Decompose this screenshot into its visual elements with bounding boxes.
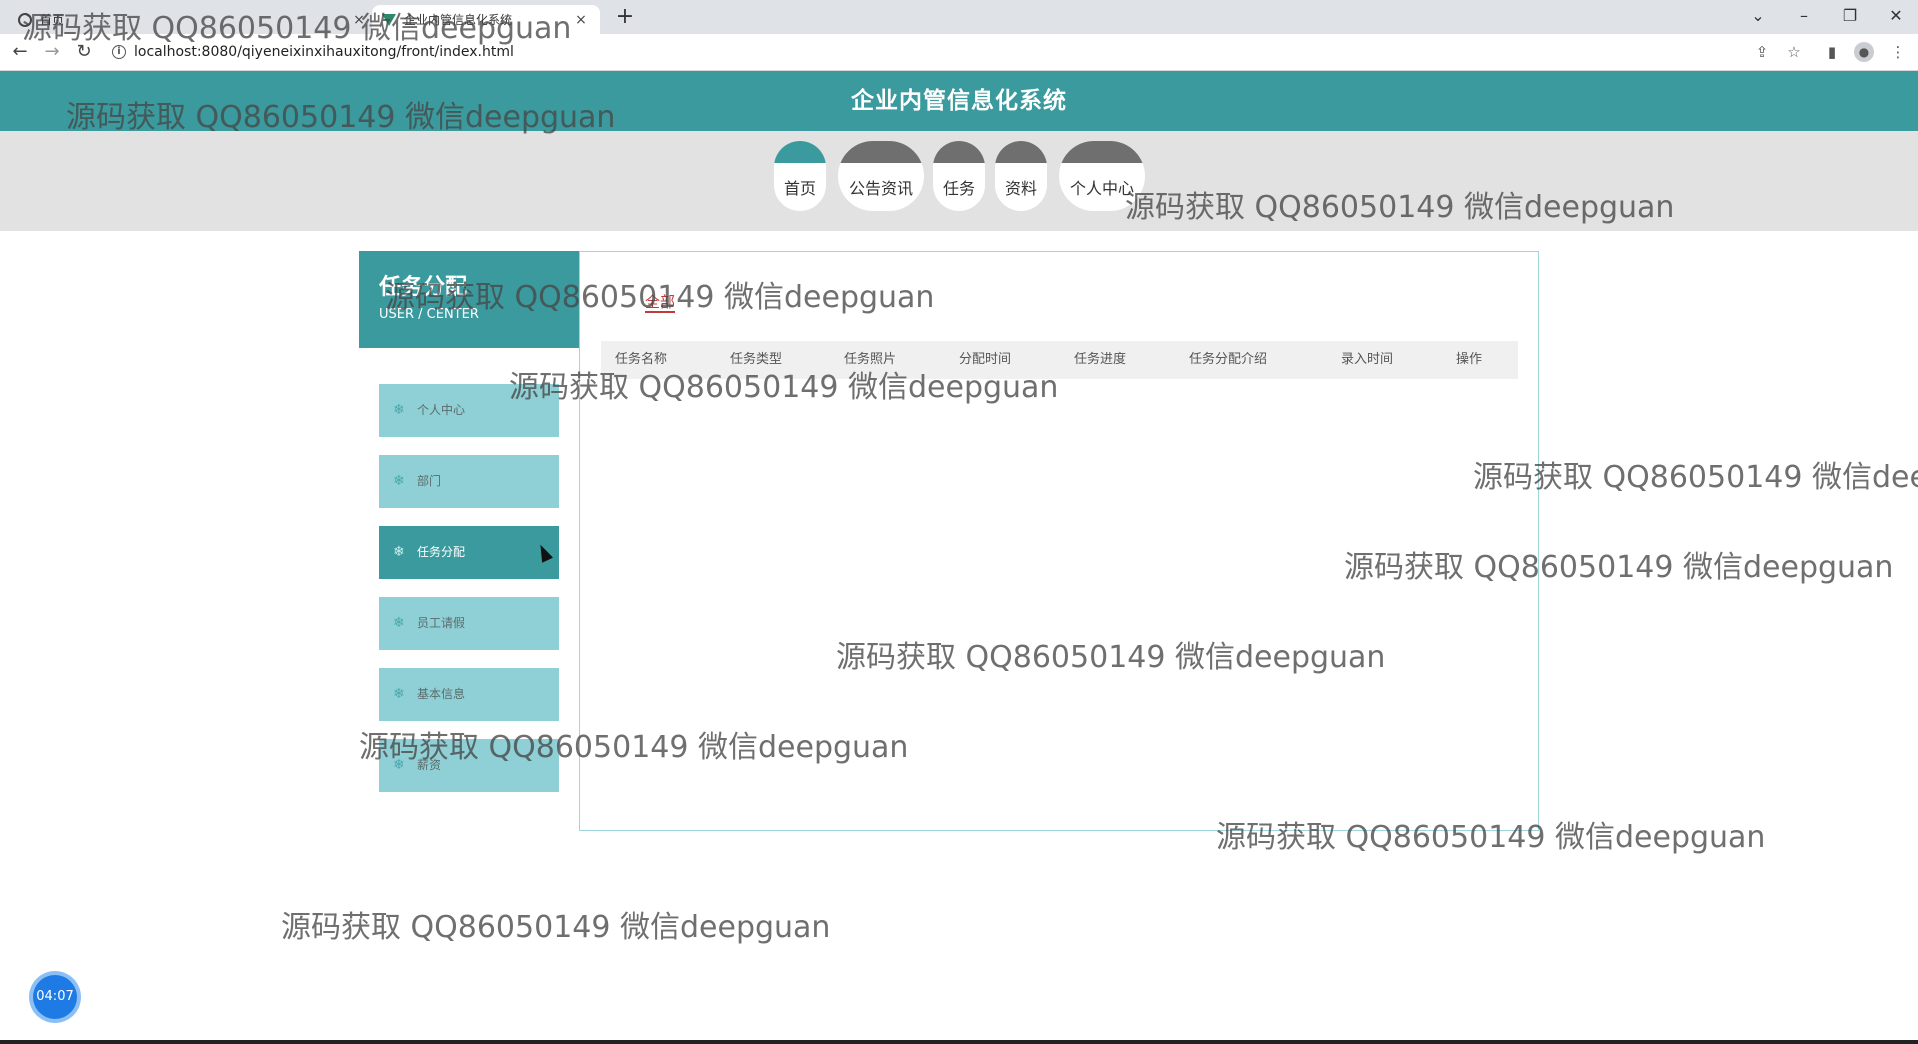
tab-search-button[interactable]: ⌄ <box>1738 4 1778 28</box>
sidebar-item-salary[interactable]: ❄ 薪资 <box>379 739 559 792</box>
nav-label: 公告资讯 <box>848 179 913 198</box>
snowflake-icon: ❄ <box>393 615 405 631</box>
globe-icon <box>18 12 32 27</box>
close-tab-icon[interactable]: × <box>350 12 368 28</box>
snowflake-icon: ❄ <box>393 757 405 773</box>
forward-arrow-icon[interactable]: → <box>40 40 64 64</box>
maximize-button[interactable]: ❐ <box>1830 4 1870 28</box>
sidebar-item-basic-info[interactable]: ❄ 基本信息 <box>379 668 559 721</box>
url-text: localhost:8080/qiyeneixinxihauxitong/fro… <box>134 44 514 60</box>
column-header-description: 任务分配介绍 <box>1189 352 1268 367</box>
browser-tab-system[interactable]: 企业内管信息化系统 × <box>372 5 600 34</box>
main-nav: 首页 公告资讯 任务 资料 个人中心 <box>0 131 1918 231</box>
task-table-header: 任务名称 任务类型 任务照片 分配时间 任务进度 任务分配介绍 录入时间 操作 <box>601 341 1518 379</box>
snowflake-icon: ❄ <box>393 402 405 418</box>
new-tab-button[interactable]: + <box>612 4 638 30</box>
nav-item-home[interactable]: 首页 <box>774 141 826 211</box>
close-tab-icon[interactable]: × <box>572 12 590 28</box>
tab-label: 企业内管信息化系统 <box>404 13 513 27</box>
nav-label: 任务 <box>942 179 975 198</box>
nav-item-tasks[interactable]: 任务 <box>933 141 985 211</box>
sidebar-item-label: 任务分配 <box>417 545 466 559</box>
content-panel <box>579 251 1539 831</box>
nav-label: 资料 <box>1004 179 1037 198</box>
sidebar-item-label: 个人中心 <box>417 403 466 417</box>
sidebar-item-label: 部门 <box>417 474 442 488</box>
sidebar-title: 任务分配 <box>379 275 468 300</box>
nav-item-personal-center[interactable]: 个人中心 <box>1059 141 1145 211</box>
minimize-button[interactable]: – <box>1784 4 1824 28</box>
tab-label: 首页 <box>40 13 65 27</box>
nav-label: 个人中心 <box>1069 179 1134 198</box>
snowflake-icon: ❄ <box>393 473 405 489</box>
sidebar-item-department[interactable]: ❄ 部门 <box>379 455 559 508</box>
sidebar-header: 任务分配 USER / CENTER <box>359 251 579 348</box>
nav-item-announcements[interactable]: 公告资讯 <box>838 141 924 211</box>
address-bar: ← → ↻ i localhost:8080/qiyeneixinxihauxit… <box>0 34 1918 71</box>
close-window-button[interactable]: ✕ <box>1876 4 1916 28</box>
sidebar-item-leave-request[interactable]: ❄ 员工请假 <box>379 597 559 650</box>
sidebar-item-task-assignment[interactable]: ❄ 任务分配 <box>379 526 559 579</box>
reload-icon[interactable]: ↻ <box>72 40 96 64</box>
sidebar-item-personal-center[interactable]: ❄ 个人中心 <box>379 384 559 437</box>
sidebar-subtitle: USER / CENTER <box>379 307 479 322</box>
nav-label: 首页 <box>783 179 816 198</box>
url-field[interactable]: i localhost:8080/qiyeneixinxihauxitong/fr… <box>112 39 1752 65</box>
bookmark-star-icon[interactable]: ☆ <box>1784 42 1804 62</box>
sidebar-item-label: 基本信息 <box>417 687 466 701</box>
column-header-actions: 操作 <box>1456 352 1483 367</box>
column-header-assign-time: 分配时间 <box>959 352 1012 367</box>
column-header-task-type: 任务类型 <box>730 352 783 367</box>
sidebar-item-label: 薪资 <box>417 758 442 772</box>
column-header-progress: 任务进度 <box>1074 352 1127 367</box>
sidebar-item-label: 员工请假 <box>417 616 466 630</box>
filter-tab-all[interactable]: 全部 <box>645 293 676 313</box>
column-header-task-photo: 任务照片 <box>844 352 897 367</box>
back-arrow-icon[interactable]: ← <box>8 40 32 64</box>
site-title: 企业内管信息化系统 <box>851 88 1067 114</box>
column-header-entry-time: 录入时间 <box>1341 352 1394 367</box>
browser-menu-icon[interactable]: ⋮ <box>1888 42 1908 62</box>
profile-avatar-icon[interactable]: ● <box>1854 42 1874 62</box>
vue-logo-icon <box>382 13 396 26</box>
browser-tabstrip: 首页 × 企业内管信息化系统 × + ⌄ – ❐ ✕ <box>0 0 1918 34</box>
site-info-icon[interactable]: i <box>112 45 126 59</box>
column-header-task-name: 任务名称 <box>615 352 668 367</box>
site-header: 企业内管信息化系统 <box>0 71 1918 131</box>
recording-timer-badge[interactable]: 04:07 <box>33 975 77 1019</box>
bottom-edge <box>0 1040 1918 1044</box>
side-panel-icon[interactable]: ▮ <box>1822 42 1842 62</box>
snowflake-icon: ❄ <box>393 686 405 702</box>
watermark-text: 源码获取 QQ86050149 微信deepguan <box>281 910 831 945</box>
nav-item-materials[interactable]: 资料 <box>995 141 1047 211</box>
watermark-text: 源码获取 QQ86050149 微信dee <box>1473 460 1918 495</box>
snowflake-icon: ❄ <box>393 544 405 560</box>
browser-tab-home[interactable]: 首页 × <box>8 5 378 34</box>
share-icon[interactable]: ⇪ <box>1752 42 1772 62</box>
